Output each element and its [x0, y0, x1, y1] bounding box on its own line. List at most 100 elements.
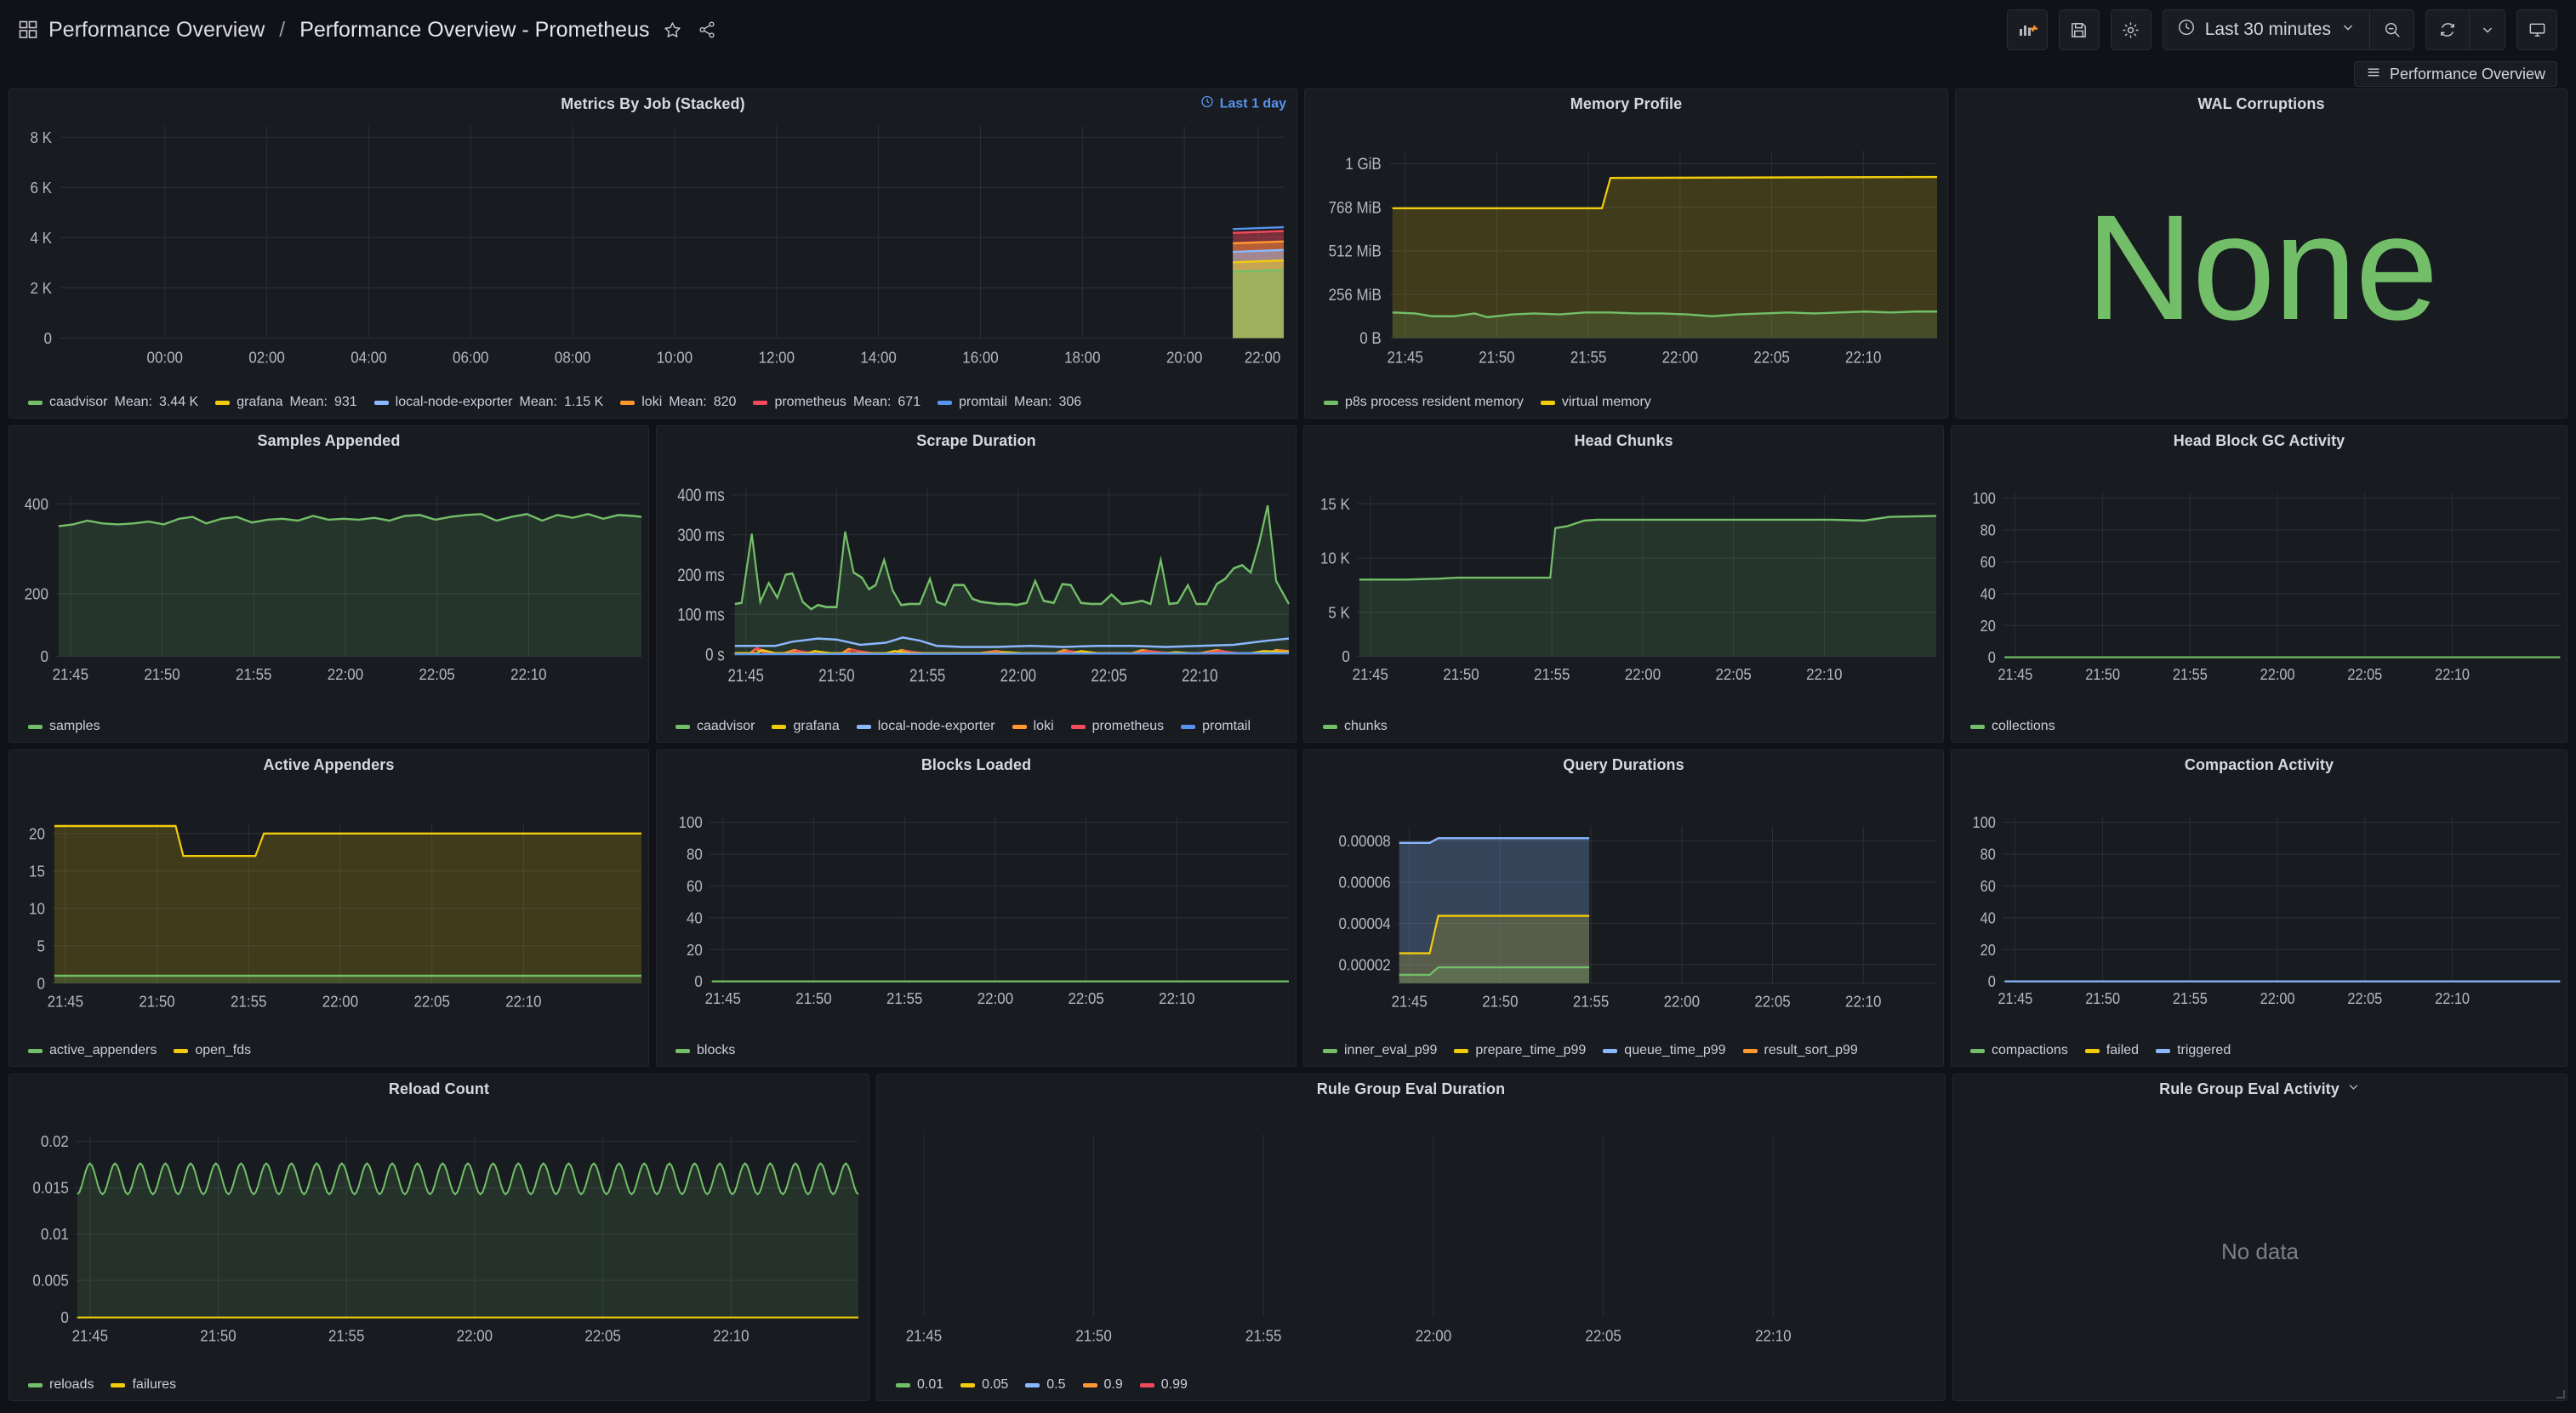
svg-text:21:55: 21:55 [236, 665, 271, 683]
panel-rule-group-eval-activity[interactable]: Rule Group Eval Activity No data [1952, 1074, 2567, 1401]
panel-resize-handle[interactable] [2556, 1390, 2565, 1399]
legend-item[interactable]: 0.05 [960, 1377, 1008, 1393]
legend-swatch [675, 1048, 690, 1053]
legend-swatch [856, 724, 871, 729]
panel-plot: 8 K 6 K 4 K 2 K 0 00:00 02:00 04:00 06:0… [9, 118, 1297, 393]
legend-item[interactable]: queue_time_p99 [1603, 1043, 1726, 1058]
svg-text:21:50: 21:50 [818, 667, 854, 687]
panel-plot: 100 80 60 40 20 0 21:45 21:50 21:55 22:00 22:… [1952, 779, 2567, 1041]
legend-item[interactable]: active_appenders [28, 1043, 157, 1058]
panel-samples-appended[interactable]: Samples Appended 400 200 0 21:45 21:50 2… [9, 425, 649, 743]
svg-text:15: 15 [29, 863, 45, 880]
legend-item[interactable]: grafana [772, 719, 840, 734]
svg-text:21:50: 21:50 [2085, 665, 2120, 683]
legend-swatch [215, 400, 231, 405]
svg-text:15 K: 15 K [1320, 495, 1350, 513]
svg-text:10 K: 10 K [1320, 550, 1350, 567]
legend-item[interactable]: samples [28, 719, 100, 734]
legend-item[interactable]: result_sort_p99 [1742, 1043, 1858, 1058]
svg-text:21:45: 21:45 [72, 1327, 109, 1345]
svg-text:21:55: 21:55 [231, 993, 266, 1011]
svg-text:0: 0 [60, 1309, 69, 1327]
legend-item[interactable]: reloads [28, 1377, 94, 1393]
zoom-out-time-button[interactable] [2370, 9, 2414, 50]
legend-item[interactable]: promtail [1181, 719, 1251, 734]
legend-label: loki [1033, 719, 1054, 733]
legend-item[interactable]: chunks [1323, 719, 1388, 734]
svg-text:60: 60 [687, 877, 703, 895]
legend-item[interactable]: p8s process resident memory [1324, 395, 1524, 410]
panel-plot: 1 GiB 768 MiB 512 MiB 256 MiB 0 B 21:45 21:… [1305, 118, 1947, 393]
legend-item[interactable]: local-node-exporter Mean: 1.15 K [373, 395, 603, 410]
svg-text:04:00: 04:00 [350, 349, 386, 367]
star-icon[interactable] [660, 18, 684, 42]
panel-title: Scrape Duration [916, 431, 1036, 449]
svg-text:22:05: 22:05 [419, 665, 454, 683]
dashboard-settings-button[interactable] [2110, 9, 2151, 50]
panel-compaction-activity[interactable]: Compaction Activity 100 80 60 40 20 0 21… [1951, 749, 2567, 1067]
refresh-button[interactable] [2425, 9, 2470, 50]
legend-item[interactable]: caadvisor Mean: 3.44 K [28, 395, 198, 410]
legend-item[interactable]: loki [1012, 719, 1054, 734]
panel-reload-count[interactable]: Reload Count 0.02 0.015 0.01 0.005 0 21:… [9, 1074, 869, 1401]
legend-item[interactable]: blocks [675, 1043, 735, 1058]
breadcrumb-root[interactable]: Performance Overview [48, 18, 265, 43]
panel-title: Compaction Activity [2184, 755, 2334, 773]
svg-text:0: 0 [1988, 648, 1996, 666]
chevron-down-icon[interactable] [2346, 1080, 2361, 1098]
legend-item[interactable]: local-node-exporter [856, 719, 995, 734]
legend-item[interactable]: promtail Mean: 306 [938, 395, 1081, 410]
legend-item[interactable]: 0.01 [896, 1377, 943, 1393]
dashboard-link-performance-overview[interactable]: Performance Overview [2353, 61, 2557, 87]
legend-swatch [753, 400, 768, 405]
series-caadvisor [734, 504, 1290, 655]
panel-plot: 100 80 60 40 20 0 21:45 21:50 21:55 22:00 22:… [657, 779, 1296, 1041]
legend-item[interactable]: caadvisor [675, 719, 755, 734]
legend-item[interactable]: collections [1970, 719, 2055, 734]
breadcrumb-current[interactable]: Performance Overview - Prometheus [299, 18, 649, 43]
legend-item[interactable]: prometheus Mean: 671 [753, 395, 920, 410]
panel-metrics-by-job[interactable]: Metrics By Job (Stacked) Last 1 day 8 K … [9, 88, 1297, 419]
svg-text:100: 100 [679, 813, 703, 831]
panel-legend: compactions failed triggered [1952, 1041, 2567, 1066]
refresh-interval-dropdown[interactable] [2470, 9, 2505, 50]
tv-kiosk-mode-button[interactable] [2516, 9, 2557, 50]
legend-item[interactable]: open_fds [174, 1043, 251, 1058]
legend-item[interactable]: inner_eval_p99 [1323, 1043, 1437, 1058]
legend-item[interactable]: compactions [1970, 1043, 2068, 1058]
svg-text:21:45: 21:45 [1998, 665, 2032, 683]
panel-head-chunks[interactable]: Head Chunks 15 K 10 K 5 K0 21:45 21:50 2… [1303, 425, 1944, 743]
save-dashboard-button[interactable] [2058, 9, 2100, 50]
svg-text:80: 80 [1980, 846, 1996, 863]
time-range-picker[interactable]: Last 30 minutes [2162, 9, 2370, 50]
panel-rule-group-eval-duration[interactable]: Rule Group Eval Duration 21:45 21:50 21:5… [876, 1074, 1946, 1401]
panel-memory-profile[interactable]: Memory Profile 1 GiB 768 MiB 512 MiB 256 M… [1304, 88, 1948, 419]
legend-item[interactable]: 0.5 [1025, 1377, 1066, 1393]
legend-item[interactable]: virtual memory [1540, 395, 1651, 410]
panel-active-appenders[interactable]: Active Appenders 20 15 10 5 0 21:45 21:5… [9, 749, 649, 1067]
legend-swatch [174, 1048, 189, 1053]
legend-item[interactable]: 0.9 [1082, 1377, 1123, 1393]
legend-item[interactable]: loki Mean: 820 [620, 395, 736, 410]
dashboards-grid-icon[interactable] [19, 20, 37, 39]
panel-query-durations[interactable]: Query Durations 0.00008 0.00006 0.00004 0.… [1303, 749, 1944, 1067]
panel-head-block-gc-activity[interactable]: Head Block GC Activity 100 80 60 40 20 0… [1951, 425, 2567, 743]
legend-item[interactable]: triggered [2156, 1043, 2231, 1058]
legend-item[interactable]: prometheus [1070, 719, 1164, 734]
add-panel-button[interactable] [2006, 9, 2048, 50]
panel-scrape-duration[interactable]: Scrape Duration 400 ms 300 ms 200 ms 100 m… [656, 425, 1297, 743]
svg-text:22:05: 22:05 [584, 1327, 621, 1345]
legend-item[interactable]: 0.99 [1139, 1377, 1188, 1393]
series-resident-memory [1392, 310, 1938, 339]
legend-item[interactable]: failed [2084, 1043, 2139, 1058]
legend-item[interactable]: grafana Mean: 931 [215, 395, 357, 410]
panel-blocks-loaded[interactable]: Blocks Loaded 100 80 60 40 20 0 21:45 21… [656, 749, 1297, 1067]
legend-item[interactable]: failures [111, 1377, 176, 1393]
legend-swatch [1012, 724, 1027, 729]
share-icon[interactable] [695, 18, 719, 42]
legend-swatch [1970, 724, 1985, 729]
panel-wal-corruptions[interactable]: WAL Corruptions None [1955, 88, 2567, 419]
svg-text:22:05: 22:05 [1753, 349, 1789, 367]
legend-item[interactable]: prepare_time_p99 [1454, 1043, 1586, 1058]
svg-text:512 MiB: 512 MiB [1329, 242, 1382, 260]
